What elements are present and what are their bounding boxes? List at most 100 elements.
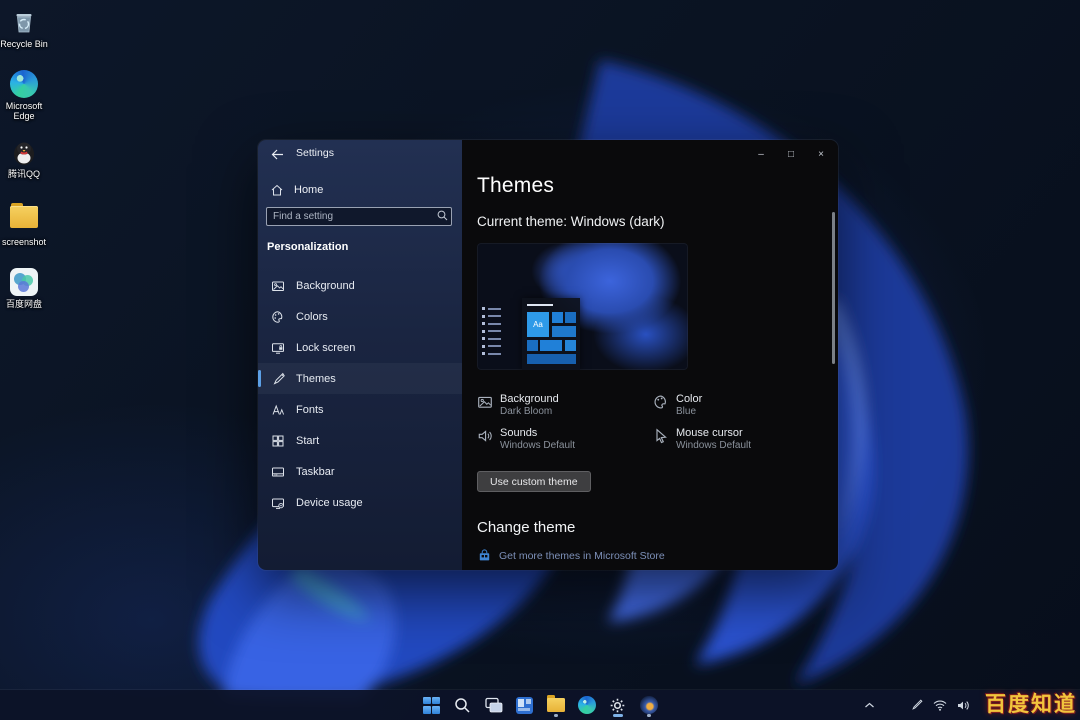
system-tray[interactable] (911, 690, 970, 720)
taskbar-icon (271, 465, 285, 479)
chevron-up-icon (864, 702, 875, 709)
file-explorer-button[interactable] (544, 692, 567, 718)
back-arrow-icon (271, 149, 284, 160)
device-usage-icon (271, 496, 285, 510)
settings-sidebar: Settings Home Personalization (258, 140, 462, 570)
sidebar-item-fonts[interactable]: Fonts (258, 394, 462, 425)
attribute-label: Mouse cursor (676, 427, 751, 440)
sidebar-item-label: Taskbar (296, 466, 335, 478)
attribute-sounds: Sounds Windows Default (477, 427, 647, 452)
fonts-icon (271, 403, 285, 417)
gear-icon (609, 697, 626, 714)
desktop-icon-screenshot[interactable]: screenshot (0, 202, 48, 247)
desktop-icon-baidu-netdisk[interactable]: 百度网盘 (0, 268, 48, 309)
desktop-icon-label: Recycle Bin (0, 39, 48, 49)
sidebar-item-taskbar[interactable]: Taskbar (258, 456, 462, 487)
close-button[interactable]: × (810, 145, 832, 163)
desktop-icon-label: Microsoft Edge (0, 101, 48, 121)
search-icon[interactable] (437, 210, 448, 221)
task-view-button[interactable] (482, 692, 505, 718)
lock-screen-icon (271, 341, 285, 355)
sidebar-item-start[interactable]: Start (258, 425, 462, 456)
attribute-value: Windows Default (500, 440, 575, 452)
desktop-icon-label: 腾讯QQ (0, 169, 48, 179)
widgets-button[interactable] (513, 692, 536, 718)
color-icon (653, 394, 669, 410)
attribute-label: Color (676, 393, 702, 406)
edge-button[interactable] (575, 692, 598, 718)
pen-icon (911, 699, 923, 711)
recycle-bin-icon (9, 6, 39, 36)
desktop-icon-qq[interactable]: 腾讯QQ (0, 138, 48, 179)
use-custom-theme-button[interactable]: Use custom theme (477, 471, 591, 492)
maximize-button[interactable]: □ (780, 145, 802, 163)
preview-aa-tile: Aa (527, 312, 549, 337)
attribute-value: Blue (676, 406, 702, 418)
sidebar-item-home[interactable]: Home (262, 178, 458, 202)
attribute-value: Dark Bloom (500, 406, 559, 418)
sidebar-item-label: Fonts (296, 404, 324, 416)
sidebar-item-label: Home (294, 184, 323, 196)
taskbar (0, 690, 1080, 720)
desktop-icon-label: 百度网盘 (0, 299, 48, 309)
taskbar-center-icons (420, 690, 660, 720)
settings-main-panel: – □ × Themes Current theme: Windows (dar… (462, 140, 838, 570)
settings-window: Settings Home Personalization (258, 140, 838, 570)
attribute-mouse-cursor: Mouse cursor Windows Default (653, 427, 823, 452)
sidebar-item-lock-screen[interactable]: Lock screen (258, 332, 462, 363)
watermark: 百度知道 (985, 688, 1077, 718)
themes-icon (271, 372, 285, 386)
attribute-value: Windows Default (676, 440, 751, 452)
edge-icon (578, 696, 596, 714)
sidebar-item-device-usage[interactable]: Device usage (258, 487, 462, 518)
theme-preview: Aa (477, 243, 688, 370)
sidebar-item-colors[interactable]: Colors (258, 301, 462, 332)
baidu-netdisk-icon (10, 268, 38, 296)
volume-icon (957, 700, 970, 711)
colors-icon (271, 310, 285, 324)
desktop-icon-recycle-bin[interactable]: Recycle Bin (0, 6, 48, 49)
sidebar-item-label: Lock screen (296, 342, 355, 354)
sidebar-item-label: Device usage (296, 497, 363, 509)
sidebar-item-label: Start (296, 435, 319, 447)
current-theme-text: Current theme: Windows (dark) (477, 214, 665, 229)
mouse-cursor-icon (653, 428, 669, 444)
back-button[interactable] (266, 144, 288, 164)
file-explorer-icon (547, 698, 565, 712)
sidebar-item-label: Colors (296, 311, 328, 323)
app-button[interactable] (637, 692, 660, 718)
desktop: Recycle Bin Microsoft Edge 腾讯QQ screensh… (0, 0, 1080, 720)
preview-desktop-icons (482, 307, 501, 360)
sidebar-nav: Background Colors Lock screen (258, 270, 462, 518)
search-icon (454, 697, 471, 714)
change-theme-heading: Change theme (477, 519, 575, 536)
sidebar-item-label: Themes (296, 373, 336, 385)
home-icon (270, 183, 284, 197)
start-button[interactable] (420, 692, 443, 718)
search-button[interactable] (451, 692, 474, 718)
microsoft-store-icon (478, 549, 491, 562)
sounds-icon (477, 428, 493, 444)
preview-start-menu: Aa (522, 298, 580, 370)
get-more-themes-link[interactable]: Get more themes in Microsoft Store (478, 549, 665, 562)
start-icon (271, 434, 285, 448)
task-view-icon (485, 697, 503, 714)
window-controls: – □ × (750, 145, 832, 163)
window-title: Settings (296, 147, 334, 159)
hidden-icons-button[interactable] (864, 690, 875, 720)
attribute-color: Color Blue (653, 393, 823, 418)
sidebar-section-header: Personalization (267, 241, 348, 253)
scrollbar[interactable] (832, 212, 835, 364)
desktop-icon-edge[interactable]: Microsoft Edge (0, 70, 48, 121)
sidebar-item-themes[interactable]: Themes (258, 363, 462, 394)
settings-button[interactable] (606, 692, 629, 718)
sidebar-item-background[interactable]: Background (258, 270, 462, 301)
minimize-button[interactable]: – (750, 145, 772, 163)
sidebar-item-label: Background (296, 280, 355, 292)
qq-icon (10, 138, 38, 166)
search-input[interactable] (266, 207, 452, 226)
widgets-icon (516, 697, 533, 714)
sidebar-titlebar: Settings (258, 140, 462, 168)
windows-start-icon (423, 697, 440, 714)
folder-icon (10, 206, 38, 234)
